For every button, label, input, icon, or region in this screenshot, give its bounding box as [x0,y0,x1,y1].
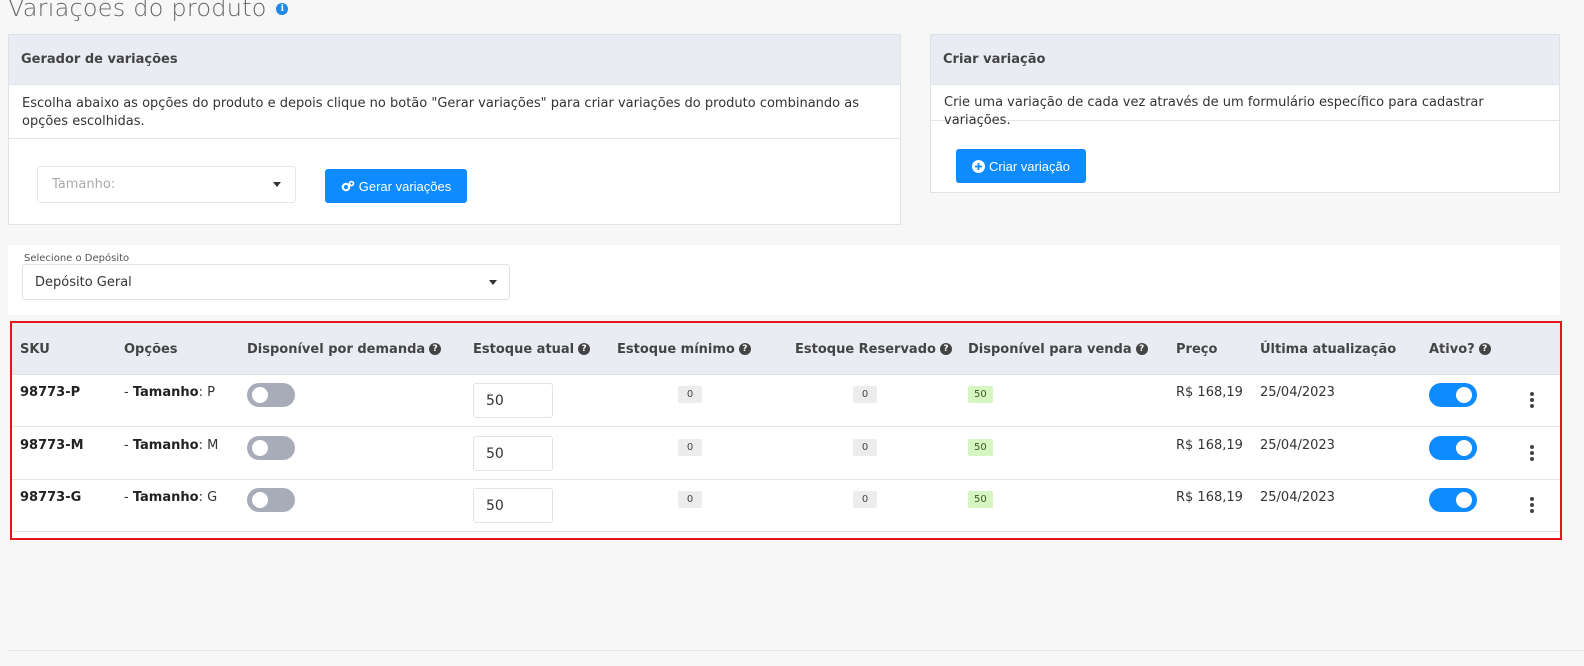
last-update-cell: 25/04/2023 [1260,385,1335,400]
size-select-placeholder: Tamanho: [52,177,116,192]
col-options: Opções [124,341,178,357]
col-last-update: Última atualização [1260,341,1397,357]
on-demand-toggle[interactable] [247,436,295,460]
question-circle-icon[interactable]: ? [939,343,952,355]
active-toggle[interactable] [1429,436,1477,460]
available-badge: 50 [968,386,993,403]
page-title: Variações do produto i [8,0,289,22]
available-badge: 50 [968,491,993,508]
sku-cell: 98773-M [20,438,84,453]
min-stock-badge: 0 [678,386,702,403]
reserved-stock-badge: 0 [853,386,877,403]
col-on-demand: Disponível por demanda? [247,323,442,375]
deposit-panel: Selecione o Depósito Depósito Geral [8,245,1560,315]
price-cell: R$ 168,19 [1176,438,1243,453]
sku-cell: 98773-G [20,490,82,505]
generate-variations-label: Gerar variações [358,178,452,194]
table-row: 98773-M - Tamanho: M 50 0 0 50 R$ 168,19… [12,428,1560,480]
question-circle-icon[interactable]: ? [1478,343,1491,355]
create-header: Criar variação [931,35,1559,85]
variations-table: SKU Opções Disponível por demanda? Estoq… [10,321,1562,540]
plus-circle-icon [972,159,986,173]
current-stock-input[interactable]: 50 [473,488,553,523]
kebab-icon[interactable] [1525,443,1539,463]
col-reserved-stock: Estoque Reservado? [795,323,952,375]
col-current-stock: Estoque atual? [473,323,591,375]
question-circle-icon[interactable]: ? [429,343,442,355]
info-icon[interactable]: i [276,3,289,15]
create-description: Crie uma variação de cada vez através de… [931,85,1559,128]
options-cell: - Tamanho: P [124,385,215,400]
question-circle-icon[interactable]: ? [1135,343,1148,355]
col-min-stock: Estoque mínimo? [617,323,751,375]
table-header: SKU Opções Disponível por demanda? Estoq… [12,323,1560,375]
kebab-icon[interactable] [1525,390,1539,410]
sku-cell: 98773-P [20,385,81,400]
current-stock-input[interactable]: 50 [473,436,553,471]
create-variation-label: Criar variação [989,158,1070,174]
on-demand-toggle[interactable] [247,488,295,512]
table-row: 98773-P - Tamanho: P 50 0 0 50 R$ 168,19… [12,375,1560,427]
gears-icon [341,180,355,192]
divider [8,650,1584,651]
last-update-cell: 25/04/2023 [1260,490,1335,505]
generate-variations-button[interactable]: Gerar variações [325,169,467,203]
question-circle-icon[interactable]: ? [578,343,591,355]
generator-header: Gerador de variações [9,35,900,85]
table-row: 98773-G - Tamanho: G 50 0 0 50 R$ 168,19… [12,480,1560,532]
col-available: Disponível para venda? [968,323,1148,375]
create-variation-button[interactable]: Criar variação [956,149,1086,183]
page-title-text: Variações do produto [8,0,267,22]
reserved-stock-badge: 0 [853,439,877,456]
options-cell: - Tamanho: G [124,490,218,505]
min-stock-badge: 0 [678,491,702,508]
min-stock-badge: 0 [678,439,702,456]
on-demand-toggle[interactable] [247,383,295,407]
price-cell: R$ 168,19 [1176,490,1243,505]
generator-description: Escolha abaixo as opções do produto e de… [9,85,900,139]
caret-down-icon [489,279,497,285]
deposit-label: Selecione o Depósito [24,253,130,264]
kebab-icon[interactable] [1525,495,1539,515]
active-toggle[interactable] [1429,488,1477,512]
price-cell: R$ 168,19 [1176,385,1243,400]
active-toggle[interactable] [1429,383,1477,407]
current-stock-input[interactable]: 50 [473,383,553,418]
col-sku: SKU [20,341,50,357]
col-active: Ativo?? [1429,323,1491,375]
variation-generator-card: Gerador de variações Escolha abaixo as o… [8,34,901,225]
caret-down-icon [273,182,281,187]
col-price: Preço [1176,341,1218,357]
create-variation-card: Criar variação Crie uma variação de cada… [930,34,1560,193]
question-circle-icon[interactable]: ? [738,343,751,355]
options-cell: - Tamanho: M [124,438,219,453]
available-badge: 50 [968,439,993,456]
deposit-select[interactable]: Depósito Geral [22,264,510,300]
size-option-select[interactable]: Tamanho: [37,166,296,203]
reserved-stock-badge: 0 [853,491,877,508]
last-update-cell: 25/04/2023 [1260,438,1335,453]
deposit-selected: Depósito Geral [35,274,132,290]
